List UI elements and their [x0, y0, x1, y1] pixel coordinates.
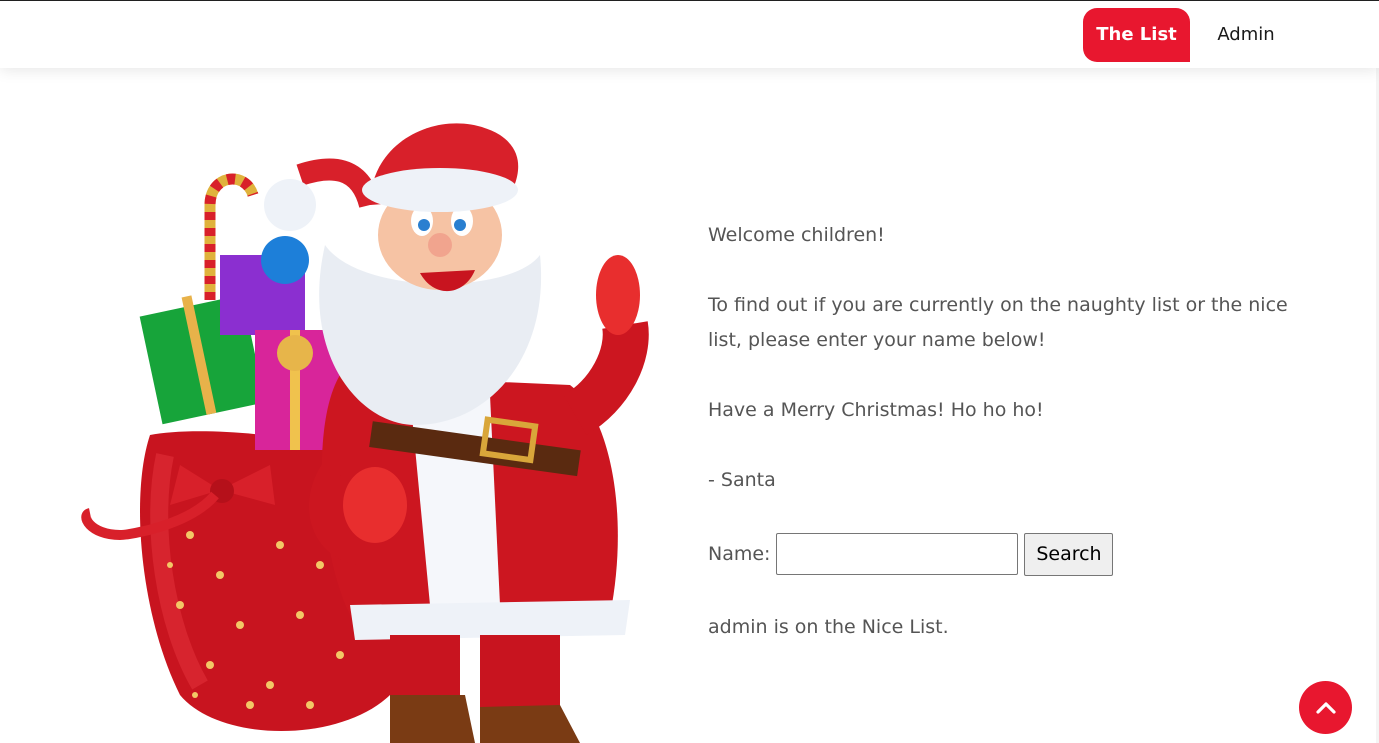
navbar: The List Admin [0, 1, 1379, 68]
chevron-up-icon [1315, 701, 1336, 714]
nav-the-list[interactable]: The List [1083, 8, 1190, 62]
welcome-text: Welcome children! To find out if you are… [708, 218, 1308, 533]
signature: - Santa [708, 469, 776, 491]
santa-illustration [81, 123, 649, 743]
merry-christmas: Have a Merry Christmas! Ho ho ho! [708, 399, 1044, 421]
name-label: Name: [708, 543, 771, 565]
name-input[interactable] [776, 533, 1019, 575]
nav-admin[interactable]: Admin [1196, 8, 1296, 62]
search-result: admin is on the Nice List. [708, 616, 949, 638]
greeting: Welcome children! [708, 224, 885, 246]
search-button[interactable]: Search [1024, 532, 1114, 576]
back-to-top-button[interactable] [1299, 681, 1352, 734]
name-search-form: Name: Search [708, 532, 1114, 576]
instructions: To find out if you are currently on the … [708, 294, 1288, 351]
